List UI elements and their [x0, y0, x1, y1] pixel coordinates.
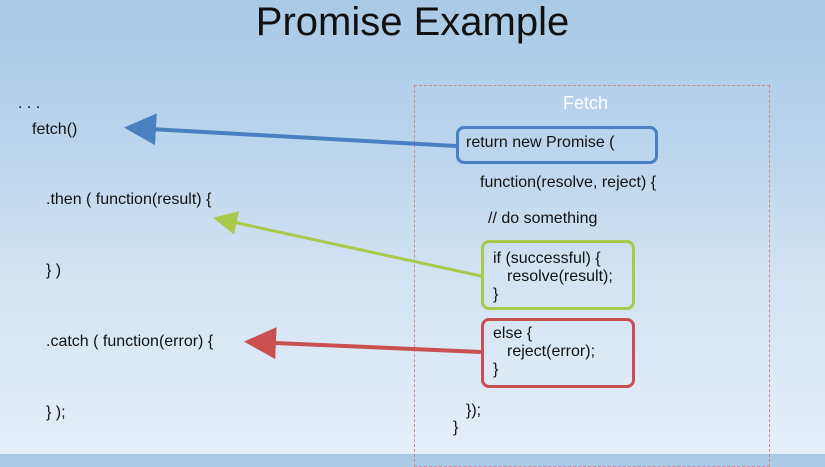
connector-arrows [124, 113, 482, 360]
promise-example-slide: Promise Example . . . fetch() .then ( fu… [0, 0, 825, 467]
arrow-green-resolve-to-then [213, 211, 482, 278]
arrow-red-reject-to-catch [244, 327, 482, 360]
arrow-blue-return-to-fetch [124, 113, 457, 148]
